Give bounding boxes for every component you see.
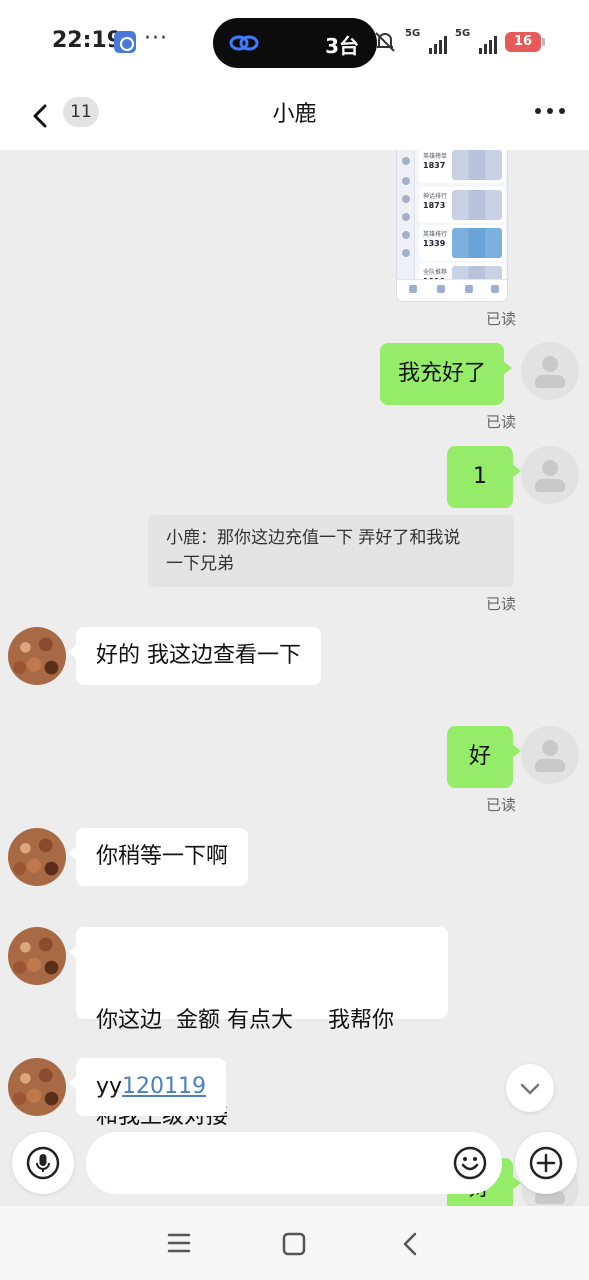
message-list[interactable]: 英雄榜单 1837 神话排行 1873 英雄排行 1339 全队推荐 1919 … [0,150,589,1210]
status-time: 22:19 [52,28,123,53]
link-icon [229,35,259,51]
signal-5g-icon: 5G [455,28,497,54]
contact-message-bubble[interactable]: 你稍等一下啊 [67,828,249,886]
thumb-card-value: 1873 [423,201,446,210]
emoji-icon [453,1146,487,1180]
thumb-tabbar [397,279,507,301]
contact-message-bubble[interactable]: 好的 我这边查看一下 [68,627,321,685]
more-dots-icon[interactable] [535,108,565,114]
telegram-app-icon [114,31,136,53]
chevron-down-icon [520,1083,540,1095]
back-triangle-icon[interactable] [396,1230,424,1258]
thumb-card: 英雄榜单 1837 [419,150,505,183]
thumb-card-value: 1837 [423,161,446,170]
contact-avatar[interactable] [8,1058,66,1116]
status-indicators: 5G 5G 16 [373,28,545,56]
my-avatar[interactable] [521,726,579,784]
status-more-dots: ··· [144,26,168,51]
battery-icon: 16 [505,32,545,52]
network-label: 5G [405,28,421,39]
thumb-card-label: 神话排行 [423,193,448,200]
read-receipt: 已读 [486,413,517,431]
thumb-card-label: 全队推荐 [423,269,448,276]
more-functions-button[interactable] [515,1132,577,1194]
message-text: yy [96,1074,123,1099]
message-line: 你这边 金额 有点大 我帮你 [96,1008,394,1033]
contact-message-bubble[interactable]: yy120119 [67,1058,227,1116]
my-message-bubble[interactable]: 我充好了 [380,343,513,405]
phone-number-link[interactable]: 120119 [122,1074,206,1099]
thumb-card: 英雄排行 1339 [419,225,505,261]
plus-icon [529,1146,563,1180]
read-receipt: 已读 [486,595,517,613]
image-message[interactable]: 英雄榜单 1837 神话排行 1873 英雄排行 1339 全队推荐 1919 [396,150,508,302]
quote-line: 小鹿：那你这边充值一下 弄好了和我说 [166,528,461,548]
contact-avatar[interactable] [8,627,66,685]
emoji-button[interactable] [439,1132,501,1194]
my-message-bubble[interactable]: 好 [447,726,521,788]
bell-muted-icon [375,32,395,52]
chat-title: 小鹿 [272,102,317,127]
thumb-card-label: 英雄排行 [423,231,448,238]
my-avatar[interactable] [521,446,579,504]
signal-5g-icon: 5G [405,28,447,54]
thumb-card-label: 英雄榜单 [423,153,448,160]
dynamic-island[interactable]: 3台 [213,18,377,68]
quote-line: 一下兄弟 [166,554,234,574]
menu-icon[interactable] [164,1230,194,1256]
thumb-card: 神话排行 1873 [419,187,505,223]
contact-message-bubble[interactable]: 你这边 金额 有点大 我帮你 和我上级对接 [68,927,448,1129]
my-message-bubble[interactable]: 1 [447,446,521,508]
scroll-to-bottom-button[interactable] [506,1064,554,1112]
contact-avatar[interactable] [8,828,66,886]
thumb-card-value: 1339 [423,239,446,248]
quoted-message[interactable]: 小鹿：那你这边充值一下 弄好了和我说 一下兄弟 [148,515,514,587]
microphone-icon [26,1146,60,1180]
chat-header: 11 小鹿 [0,84,589,150]
system-navigation-bar [0,1206,589,1280]
voice-button[interactable] [12,1132,74,1194]
contact-avatar[interactable] [8,927,66,985]
input-bar [0,1130,589,1206]
my-avatar[interactable] [521,342,579,400]
island-label: 3台 [325,34,359,58]
read-receipt: 已读 [486,796,517,814]
read-receipt: 已读 [486,310,517,328]
home-square-icon[interactable] [280,1230,308,1258]
network-label: 5G [455,28,471,39]
status-bar: 22:19 ··· 3台 5G 5G 16 [0,0,589,84]
